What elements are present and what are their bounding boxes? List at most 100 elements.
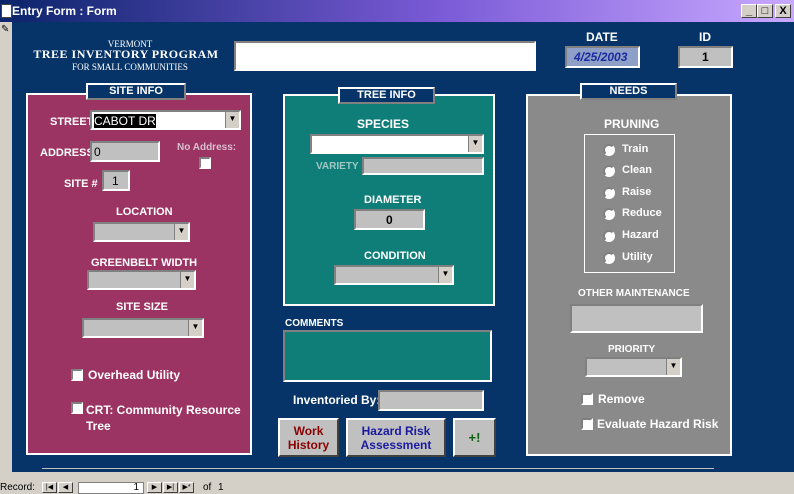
tree-info-title: TREE INFO bbox=[338, 87, 435, 104]
work-history-line1: Work bbox=[293, 424, 324, 438]
evaluate-hazard-checkbox[interactable] bbox=[581, 418, 593, 430]
hazard-risk-line2: Assessment bbox=[360, 438, 432, 452]
pruning-label: PRUNING bbox=[604, 117, 660, 131]
pruning-option-utility: Utility bbox=[622, 251, 653, 263]
id-value: 1 bbox=[702, 50, 709, 64]
crt-label-line2: Tree bbox=[86, 419, 111, 433]
comments-label: COMMENTS bbox=[285, 318, 344, 329]
date-value: 4/25/2003 bbox=[574, 50, 628, 64]
location-combo[interactable]: ▼ bbox=[93, 222, 190, 242]
chevron-down-icon[interactable]: ▼ bbox=[438, 267, 452, 283]
diameter-value: 0 bbox=[386, 213, 393, 227]
address-value: 0 bbox=[94, 145, 101, 159]
pruning-radio-raise[interactable] bbox=[603, 187, 615, 199]
header-program: TREE INVENTORY PROGRAM bbox=[33, 47, 219, 61]
address-label: ADDRESS bbox=[40, 147, 94, 159]
overhead-utility-checkbox[interactable] bbox=[71, 369, 83, 381]
pencil-icon: ✎ bbox=[1, 24, 10, 35]
site-size-label: SITE SIZE bbox=[116, 301, 168, 313]
species-combo[interactable]: ▼ bbox=[310, 134, 484, 154]
site-number-value: 1 bbox=[112, 174, 119, 188]
work-history-button[interactable]: Work History bbox=[278, 418, 339, 457]
species-label: SPECIES bbox=[357, 117, 410, 131]
street-label: STREET bbox=[50, 116, 94, 128]
add-icon: +! bbox=[468, 430, 481, 445]
date-field[interactable]: 4/25/2003 bbox=[565, 46, 640, 68]
work-history-line2: History bbox=[287, 438, 330, 452]
pruning-option-train: Train bbox=[622, 143, 649, 155]
site-number-field[interactable]: 1 bbox=[102, 170, 130, 191]
last-record-button[interactable]: ▶| bbox=[163, 482, 178, 493]
header-communities: FOR SMALL COMMUNITIES bbox=[72, 62, 188, 72]
record-number-field[interactable]: 1 bbox=[78, 482, 144, 494]
title-bar: Entry Form : Form _ □ X bbox=[0, 0, 794, 22]
prev-record-button[interactable]: ◀ bbox=[58, 482, 73, 493]
condition-label: CONDITION bbox=[364, 250, 426, 262]
greenbelt-label: GREENBELT WIDTH bbox=[91, 257, 198, 269]
condition-combo[interactable]: ▼ bbox=[334, 265, 454, 285]
hazard-risk-button[interactable]: Hazard Risk Assessment bbox=[346, 418, 446, 457]
variety-field[interactable] bbox=[362, 157, 484, 175]
diameter-label: DIAMETER bbox=[364, 194, 422, 206]
pruning-option-hazard: Hazard bbox=[622, 229, 659, 241]
record-label: Record: bbox=[0, 482, 36, 493]
inventoried-by-label: Inventoried By: bbox=[293, 393, 381, 407]
chevron-down-icon[interactable]: ▼ bbox=[180, 272, 194, 288]
street-value: CABOT DR bbox=[94, 114, 156, 128]
first-record-button[interactable]: |◀ bbox=[42, 482, 57, 493]
evaluate-hazard-label: Evaluate Hazard Risk bbox=[597, 417, 719, 431]
street-combo[interactable]: CABOT DR ▼ bbox=[90, 110, 241, 130]
chevron-down-icon[interactable]: ▼ bbox=[174, 224, 188, 240]
record-of-label: of bbox=[203, 482, 212, 493]
no-address-label: No Address: bbox=[177, 142, 237, 153]
pruning-radio-clean[interactable] bbox=[603, 165, 615, 177]
pruning-radio-reduce[interactable] bbox=[603, 208, 615, 220]
pruning-option-reduce: Reduce bbox=[622, 207, 662, 219]
variety-label: VARIETY bbox=[316, 161, 359, 172]
id-label: ID bbox=[699, 30, 711, 44]
next-record-button[interactable]: ▶ bbox=[147, 482, 162, 493]
other-maintenance-field[interactable] bbox=[570, 304, 703, 333]
pruning-option-raise: Raise bbox=[622, 186, 652, 198]
add-record-button[interactable]: +! bbox=[453, 418, 496, 457]
form-divider bbox=[42, 468, 714, 469]
pruning-radio-hazard[interactable] bbox=[603, 230, 615, 242]
chevron-down-icon[interactable]: ▼ bbox=[188, 320, 202, 336]
inventoried-by-field[interactable] bbox=[378, 390, 484, 411]
pruning-radio-train[interactable] bbox=[603, 144, 615, 156]
address-field[interactable]: 0 bbox=[90, 141, 160, 162]
comments-field[interactable] bbox=[283, 330, 492, 382]
pruning-radio-utility[interactable] bbox=[603, 252, 615, 264]
crt-checkbox[interactable] bbox=[71, 402, 83, 414]
record-total: 1 bbox=[218, 482, 224, 493]
maximize-button[interactable]: □ bbox=[757, 4, 773, 18]
new-record-button[interactable]: ▶* bbox=[179, 482, 194, 493]
date-label: DATE bbox=[586, 30, 618, 44]
priority-combo[interactable]: ▼ bbox=[585, 357, 682, 377]
chevron-down-icon[interactable]: ▼ bbox=[666, 359, 680, 375]
other-maintenance-label: OTHER MAINTENANCE bbox=[578, 288, 690, 299]
site-size-combo[interactable]: ▼ bbox=[82, 318, 204, 338]
chevron-down-icon[interactable]: ▼ bbox=[468, 136, 482, 152]
chevron-down-icon[interactable]: ▼ bbox=[225, 112, 239, 128]
site-number-label: SITE # bbox=[64, 178, 98, 190]
priority-label: PRIORITY bbox=[608, 344, 656, 355]
pruning-option-clean: Clean bbox=[622, 164, 652, 176]
header-text-field[interactable] bbox=[234, 41, 536, 71]
hazard-risk-line1: Hazard Risk bbox=[361, 424, 431, 438]
diameter-field[interactable]: 0 bbox=[354, 209, 425, 230]
record-current: 1 bbox=[133, 482, 139, 493]
remove-label: Remove bbox=[598, 392, 645, 406]
window-title: Entry Form : Form bbox=[12, 4, 117, 18]
crt-label-line1: CRT: Community Resource bbox=[86, 403, 241, 417]
overhead-utility-label: Overhead Utility bbox=[88, 368, 181, 382]
close-button[interactable]: X bbox=[775, 4, 791, 18]
pruning-group: Train Clean Raise Reduce Hazard Utility bbox=[584, 134, 675, 273]
site-info-title: SITE INFO bbox=[86, 83, 186, 100]
location-label: LOCATION bbox=[116, 206, 173, 218]
id-field[interactable]: 1 bbox=[678, 46, 733, 68]
remove-checkbox[interactable] bbox=[581, 393, 593, 405]
no-address-checkbox[interactable] bbox=[199, 157, 211, 169]
greenbelt-combo[interactable]: ▼ bbox=[87, 270, 196, 290]
minimize-button[interactable]: _ bbox=[741, 4, 757, 18]
